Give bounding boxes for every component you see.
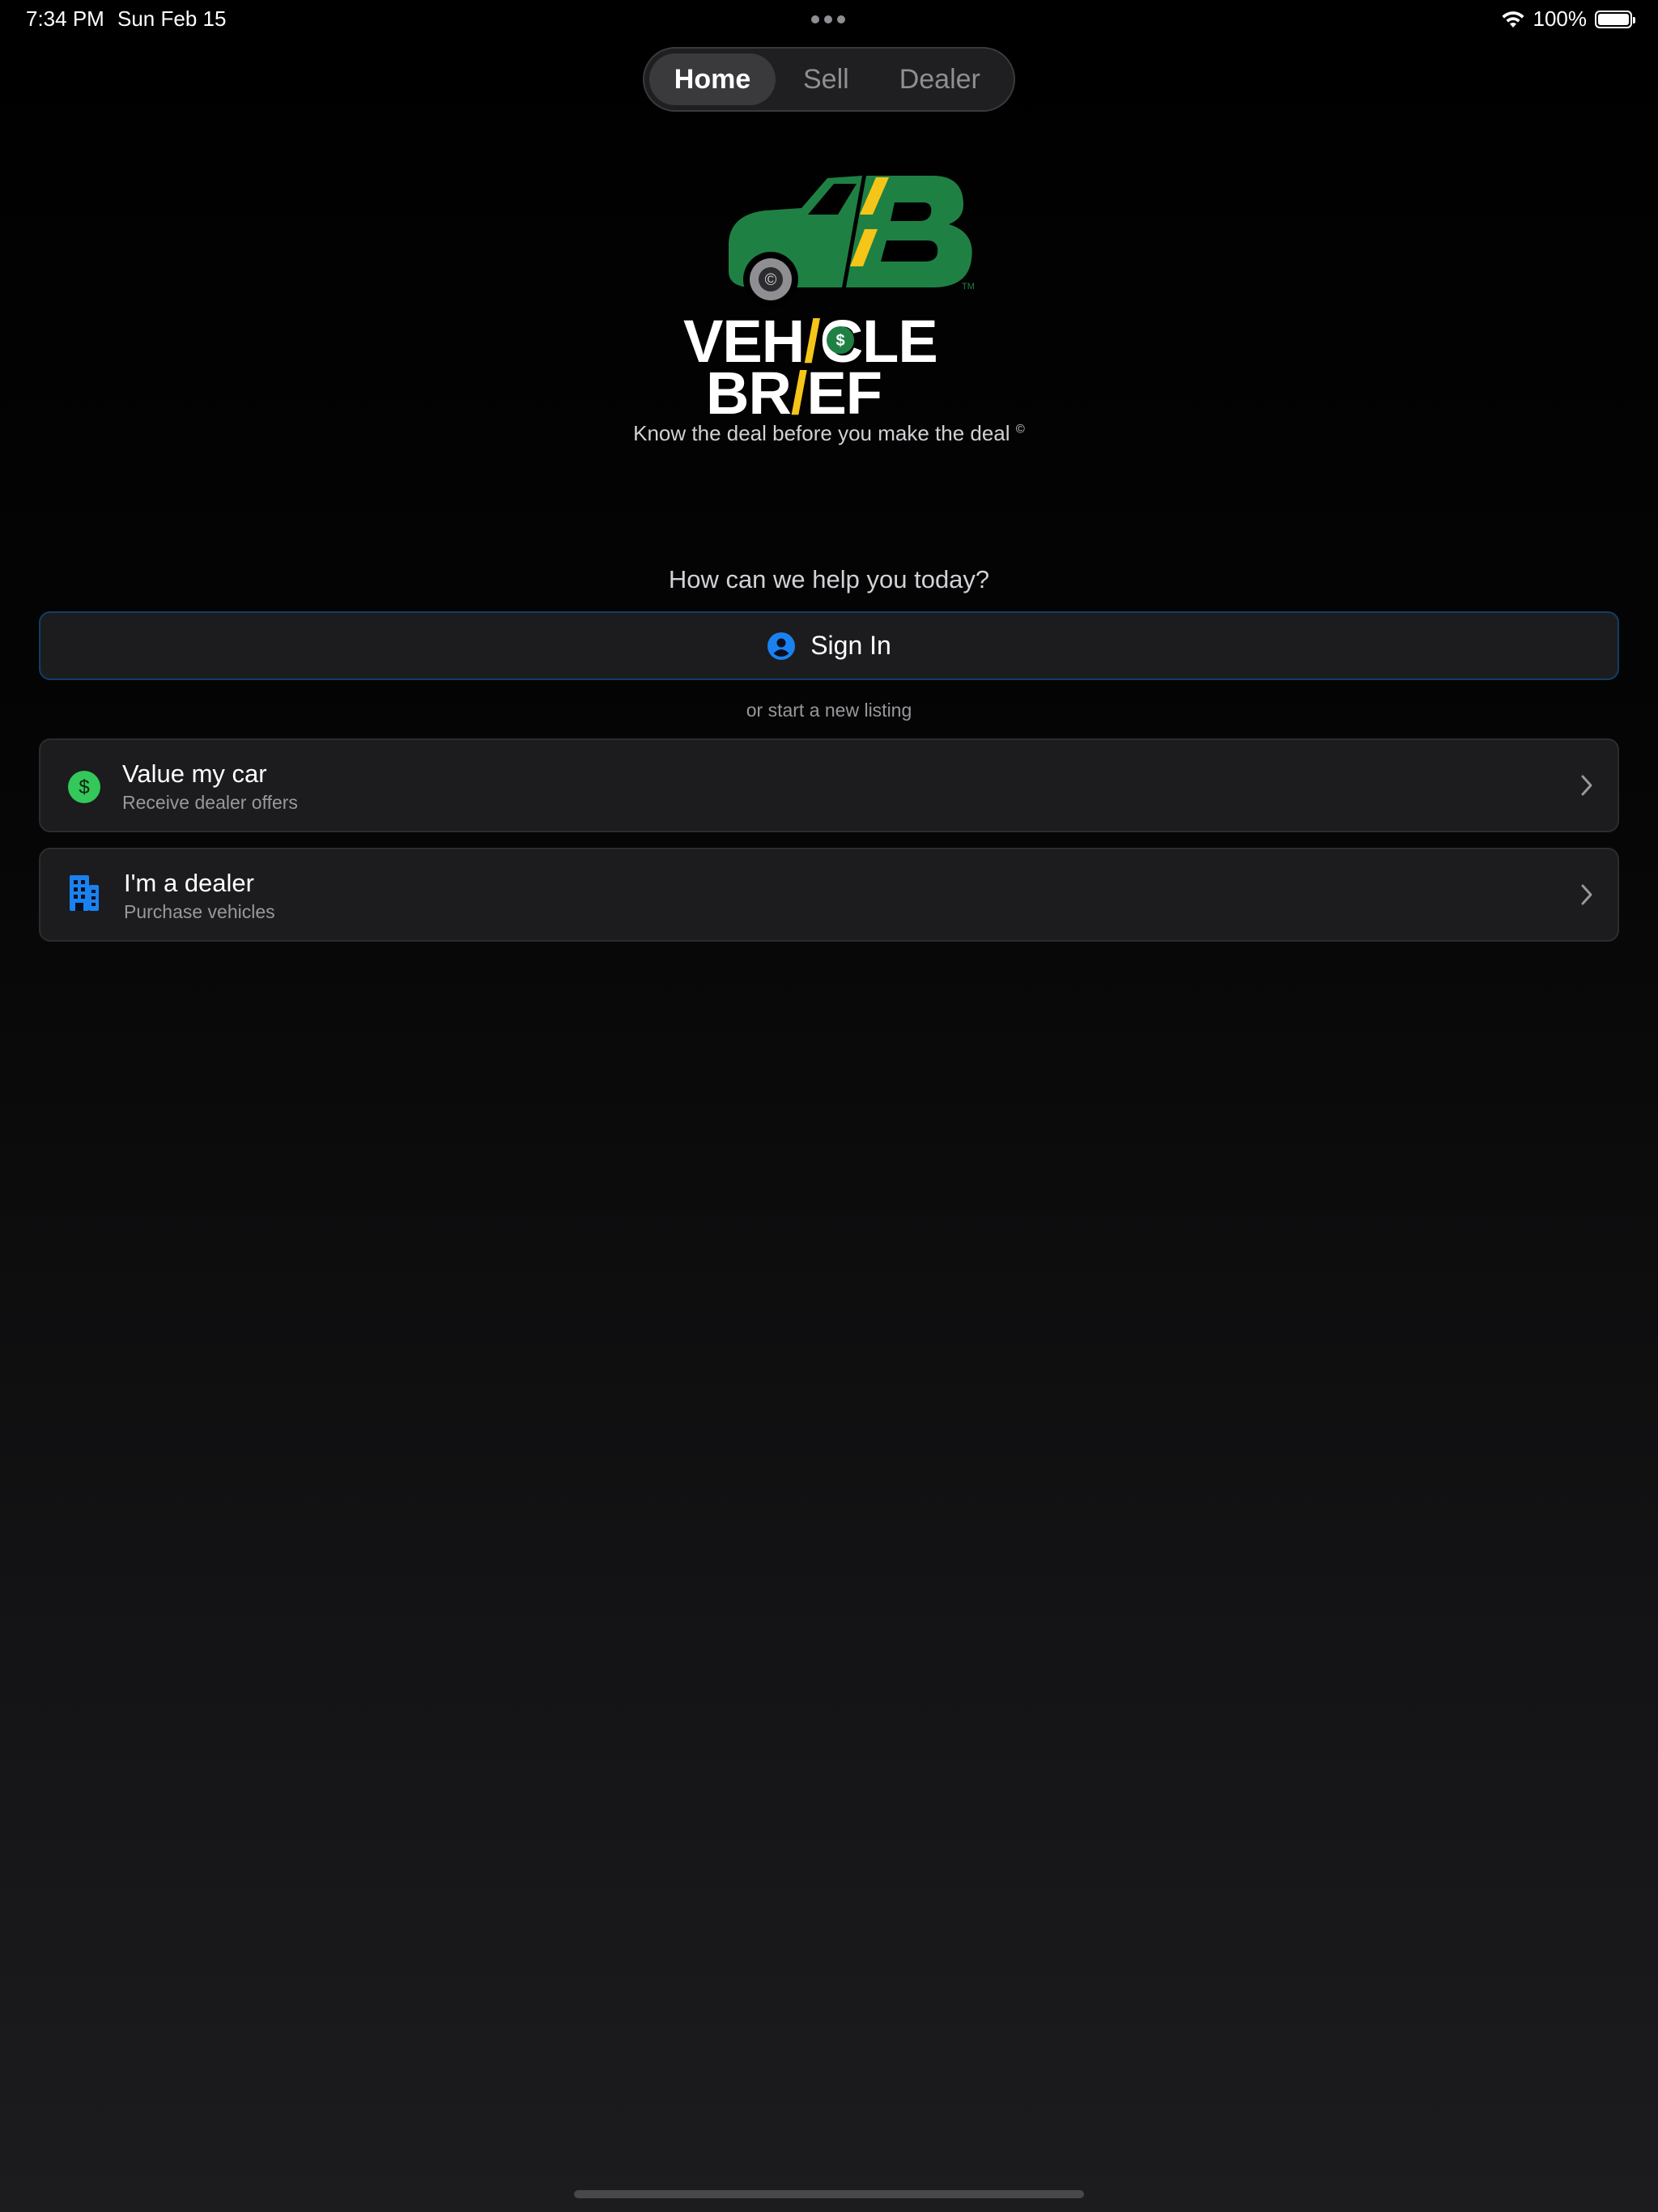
status-date: Sun Feb 15 (117, 6, 227, 31)
dealer-button[interactable]: I'm a dealer Purchase vehicles (39, 848, 1619, 942)
battery-percentage: 100% (1533, 6, 1588, 31)
logo-wordmark-line2: BR/EF (706, 364, 882, 423)
multitasking-menu-icon[interactable] (811, 15, 845, 23)
sign-in-label: Sign In (810, 631, 891, 660)
tab-switcher: Home Sell Dealer (643, 47, 1015, 112)
svg-text:$: $ (835, 332, 844, 350)
car-logo-icon: © (729, 176, 972, 307)
home-indicator[interactable] (574, 2190, 1084, 2198)
logo-slash-icon: / (790, 359, 808, 427)
status-time: 7:34 PM (26, 6, 104, 31)
vehicle-brief-logo: © TM VEH/CLE $ BR/EF (680, 166, 988, 423)
new-listing-divider-text: or start a new listing (746, 700, 912, 721)
tab-sell[interactable]: Sell (780, 53, 872, 105)
svg-text:©: © (765, 271, 777, 289)
battery-icon (1595, 10, 1635, 28)
tab-home[interactable]: Home (649, 53, 776, 105)
option-subtitle: Receive dealer offers (122, 792, 298, 813)
dollar-circle-icon: $ (68, 771, 100, 803)
chevron-right-icon (1581, 775, 1592, 796)
status-bar: 7:34 PM Sun Feb 15 100% (0, 0, 1658, 39)
tagline-text: Know the deal before you make the deal (633, 421, 1010, 445)
sign-in-button[interactable]: Sign In (39, 611, 1619, 680)
option-title: I'm a dealer (124, 869, 254, 897)
tagline: Know the deal before you make the deal © (0, 421, 1658, 446)
logo-text-ef: EF (806, 359, 882, 427)
person-circle-icon (767, 632, 796, 660)
dollar-coin-icon: $ (827, 326, 854, 354)
option-subtitle: Purchase vehicles (124, 901, 275, 922)
tab-dealer[interactable]: Dealer (877, 53, 1003, 105)
value-my-car-button[interactable]: $ Value my car Receive dealer offers (39, 738, 1619, 832)
logo-trademark: TM (962, 282, 975, 291)
copyright-mark: © (1015, 422, 1025, 436)
logo-text-br: BR (706, 359, 792, 427)
chevron-right-icon (1581, 884, 1592, 905)
wifi-icon (1502, 11, 1524, 28)
building-icon (70, 875, 99, 911)
svg-text:$: $ (79, 776, 89, 798)
help-prompt: How can we help you today? (668, 565, 990, 593)
option-title: Value my car (122, 759, 267, 788)
